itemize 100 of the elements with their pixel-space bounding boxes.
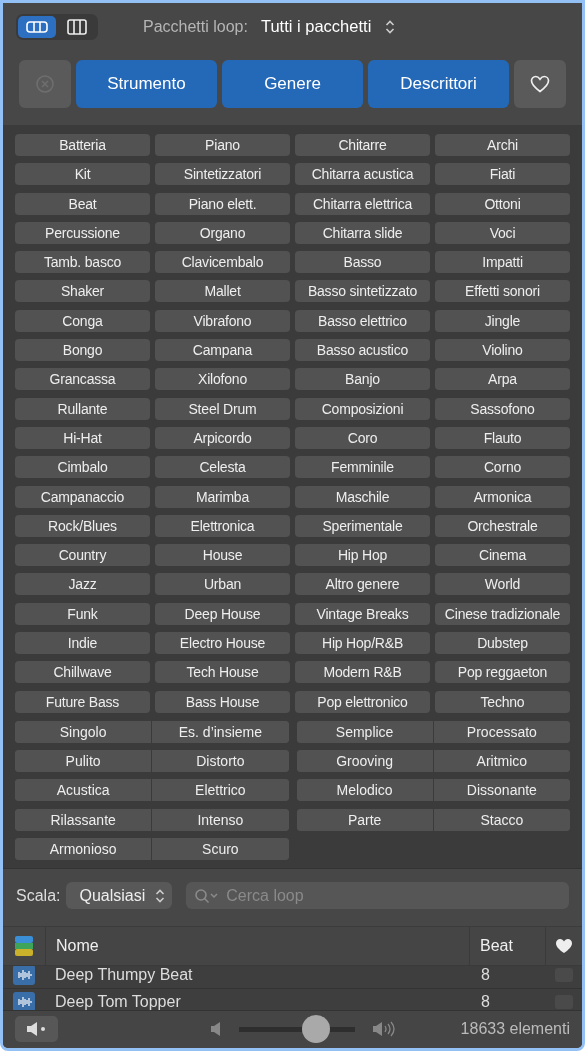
descriptor-button[interactable]: Es. d’insieme	[151, 720, 289, 743]
keyword-button[interactable]: Piano elett.	[155, 192, 290, 215]
loop-packs-popup[interactable]: Tutti i pacchetti	[260, 17, 396, 36]
keyword-button[interactable]: Basso	[295, 251, 430, 274]
keyword-button[interactable]: Armonica	[435, 485, 570, 508]
keyword-button[interactable]: Hi-Hat	[15, 426, 150, 449]
slider-thumb[interactable]	[301, 1015, 330, 1044]
keyword-button[interactable]: Vintage Breaks	[295, 602, 430, 625]
keyword-button[interactable]: Jingle	[435, 309, 570, 332]
button-view-toggle[interactable]	[18, 15, 56, 38]
keyword-button[interactable]: Chitarra slide	[295, 221, 430, 244]
keyword-button[interactable]: Celesta	[155, 456, 290, 479]
keyword-button[interactable]: Jazz	[15, 573, 150, 596]
keyword-button[interactable]: Basso sintetizzato	[295, 280, 430, 303]
column-header[interactable]: Nome	[45, 926, 469, 965]
keyword-button[interactable]: Steel Drum	[155, 397, 290, 420]
keyword-button[interactable]: Clavicembalo	[155, 251, 290, 274]
keyword-button[interactable]: Future Bass	[15, 690, 150, 713]
keyword-button[interactable]: Country	[15, 544, 150, 567]
keyword-button[interactable]: Vibrafono	[155, 309, 290, 332]
keyword-button[interactable]: Impatti	[435, 251, 570, 274]
keyword-button[interactable]: Xilofono	[155, 368, 290, 391]
keyword-button[interactable]: Hip Hop/R&B	[295, 632, 430, 655]
keyword-button[interactable]: Composizioni	[295, 397, 430, 420]
keyword-button[interactable]: Cinese tradizionale	[435, 602, 570, 625]
keyword-button[interactable]: House	[155, 544, 290, 567]
keyword-button[interactable]: World	[435, 573, 570, 596]
keyword-button[interactable]: Campana	[155, 339, 290, 362]
descriptor-button[interactable]: Dissonante	[432, 779, 570, 802]
descriptor-button[interactable]: Intenso	[151, 808, 289, 831]
keyword-button[interactable]: Altro genere	[295, 573, 430, 596]
keyword-button[interactable]: Kit	[15, 163, 150, 186]
keyword-button[interactable]: Organo	[155, 221, 290, 244]
keyword-button[interactable]: Grancassa	[15, 368, 150, 391]
preview-speaker-button[interactable]	[15, 1016, 58, 1043]
keyword-button[interactable]: Flauto	[435, 426, 570, 449]
keyword-button[interactable]: Mallet	[155, 280, 290, 303]
keyword-button[interactable]: Tech House	[155, 661, 290, 684]
keyword-button[interactable]: Modern R&B	[295, 661, 430, 684]
keyword-button[interactable]: Pop elettronico	[295, 690, 430, 713]
descriptor-button[interactable]: Aritmico	[432, 749, 570, 772]
keyword-button[interactable]: Beat	[15, 192, 150, 215]
keyword-button[interactable]: Percussione	[15, 221, 150, 244]
keyword-button[interactable]: Effetti sonori	[435, 280, 570, 303]
keyword-button[interactable]: Voci	[435, 221, 570, 244]
keyword-button[interactable]: Chillwave	[15, 661, 150, 684]
keyword-button[interactable]: Archi	[435, 134, 570, 156]
keyword-button[interactable]: Arpicordo	[155, 426, 290, 449]
keyword-button[interactable]: Arpa	[435, 368, 570, 391]
keyword-button[interactable]: Conga	[15, 309, 150, 332]
keyword-button[interactable]: Coro	[295, 426, 430, 449]
keyword-button[interactable]: Batteria	[15, 134, 150, 156]
keyword-button[interactable]: Techno	[435, 690, 570, 713]
keyword-button[interactable]: Urban	[155, 573, 290, 596]
descriptor-button[interactable]: Elettrico	[151, 779, 289, 802]
keyword-button[interactable]: Electro House	[155, 632, 290, 655]
keyword-button[interactable]: Corno	[435, 456, 570, 479]
category-button[interactable]: Descrittori	[368, 60, 509, 108]
keyword-button[interactable]: Chitarra elettrica	[295, 192, 430, 215]
descriptor-button[interactable]: Scuro	[151, 837, 289, 860]
keyword-button[interactable]: Cimbalo	[15, 456, 150, 479]
keyword-button[interactable]: Banjo	[295, 368, 430, 391]
category-button[interactable]: Strumento	[76, 60, 217, 108]
category-button[interactable]: Genere	[222, 60, 363, 108]
keyword-button[interactable]: Piano	[155, 134, 290, 156]
keyword-button[interactable]: Rullante	[15, 397, 150, 420]
scale-popup[interactable]: Qualsiasi	[66, 882, 173, 910]
keyword-button[interactable]: Sintetizzatori	[155, 163, 290, 186]
keyword-button[interactable]: Fiati	[435, 163, 570, 186]
keyword-button[interactable]: Orchestrale	[435, 514, 570, 537]
keyword-button[interactable]: Tamb. basco	[15, 251, 150, 274]
keyword-button[interactable]: Bass House	[155, 690, 290, 713]
keyword-button[interactable]: Cinema	[435, 544, 570, 567]
descriptor-button[interactable]: Processato	[432, 720, 570, 743]
keyword-button[interactable]: Campanaccio	[15, 485, 150, 508]
keyword-button[interactable]: Ottoni	[435, 192, 570, 215]
keyword-button[interactable]: Sperimentale	[295, 514, 430, 537]
keyword-button[interactable]: Basso acustico	[295, 339, 430, 362]
keyword-button[interactable]: Dubstep	[435, 632, 570, 655]
keyword-button[interactable]: Hip Hop	[295, 544, 430, 567]
descriptor-button[interactable]: Stacco	[432, 808, 570, 831]
keyword-button[interactable]: Indie	[15, 632, 150, 655]
keyword-button[interactable]: Marimba	[155, 485, 290, 508]
keyword-button[interactable]: Chitarre	[295, 134, 430, 156]
keyword-button[interactable]: Bongo	[15, 339, 150, 362]
keyword-button[interactable]: Violino	[435, 339, 570, 362]
keyword-button[interactable]: Pop reggaeton	[435, 661, 570, 684]
keyword-button[interactable]: Femminile	[295, 456, 430, 479]
keyword-button[interactable]: Elettronica	[155, 514, 290, 537]
keyword-button[interactable]: Sassofono	[435, 397, 570, 420]
keyword-button[interactable]: Deep House	[155, 602, 290, 625]
keyword-button[interactable]: Shaker	[15, 280, 150, 303]
keyword-button[interactable]: Basso elettrico	[295, 309, 430, 332]
keyword-button[interactable]: Maschile	[295, 485, 430, 508]
descriptor-button[interactable]: Distorto	[151, 749, 289, 772]
keyword-button[interactable]: Rock/Blues	[15, 514, 150, 537]
keyword-button[interactable]: Chitarra acustica	[295, 163, 430, 186]
column-header[interactable]: Beat	[469, 926, 545, 965]
keyword-button[interactable]: Funk	[15, 602, 150, 625]
favorites-button[interactable]	[514, 60, 566, 108]
